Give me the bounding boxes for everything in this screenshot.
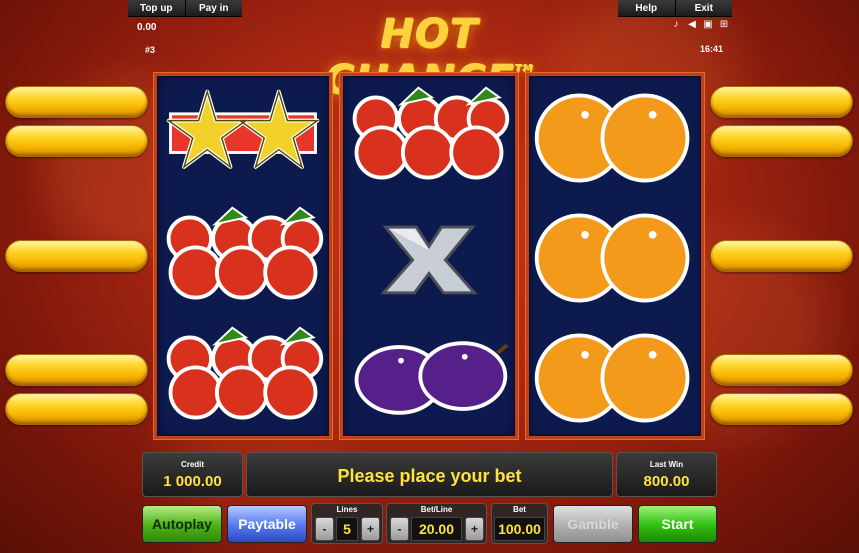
bet-line-increase-button[interactable]: + xyxy=(465,517,484,541)
message-panel: Please place your bet xyxy=(246,452,613,497)
bet-line-decrease-button[interactable]: - xyxy=(390,517,409,541)
lines-increase-button[interactable]: + xyxy=(361,517,380,541)
bet-line-value: 20.00 xyxy=(411,517,462,541)
line-indicator-right-4 xyxy=(710,354,853,386)
credit-panel: Credit 1 000.00 xyxy=(142,452,243,497)
round-number: #3 xyxy=(145,45,156,55)
bet-line-label: Bet/Line xyxy=(420,505,453,514)
music-icon[interactable]: ♪ xyxy=(671,19,681,30)
cherries-symbol xyxy=(157,198,329,318)
clock: 16:41 xyxy=(700,44,724,54)
reel-3 xyxy=(526,73,704,439)
bet-value: 100.00 xyxy=(494,517,545,541)
double-star-symbol xyxy=(157,78,329,198)
line-indicator-right-2 xyxy=(710,125,853,157)
line-indicator-right-5 xyxy=(710,393,853,425)
autoplay-button[interactable]: Autoplay xyxy=(142,505,222,543)
last-win-label: Last Win xyxy=(649,460,684,469)
lines-value: 5 xyxy=(336,517,358,541)
lines-label: Lines xyxy=(336,505,358,514)
line-indicator-left-1 xyxy=(5,86,148,118)
settings-icon[interactable]: ▣ xyxy=(703,19,713,30)
cherries-symbol xyxy=(157,318,329,438)
gamble-button[interactable]: Gamble xyxy=(553,505,633,543)
line-indicator-left-4 xyxy=(5,354,148,386)
line-indicator-right-3 xyxy=(710,240,853,272)
oranges-symbol xyxy=(529,78,701,198)
line-indicator-right-1 xyxy=(710,86,853,118)
oranges-symbol xyxy=(529,198,701,318)
topbar-left: Top up Pay in xyxy=(128,0,242,17)
credit-label: Credit xyxy=(180,460,205,469)
lines-decrease-button[interactable]: - xyxy=(315,517,334,541)
speaker-icon[interactable]: ◀ xyxy=(687,19,697,30)
top-credit-display: 0.00 xyxy=(137,22,157,33)
bet-label: Bet xyxy=(513,505,526,514)
topbar-right: Help Exit xyxy=(618,0,732,17)
payin-button[interactable]: Pay in xyxy=(186,0,243,16)
top-icons: ♪ ◀ ▣ ⊞ xyxy=(671,19,729,30)
line-indicator-left-3 xyxy=(5,240,148,272)
cherries-symbol xyxy=(343,78,515,198)
line-indicator-left-5 xyxy=(5,393,148,425)
fullscreen-icon[interactable]: ⊞ xyxy=(719,19,729,30)
plums-symbol xyxy=(343,318,515,438)
start-button[interactable]: Start xyxy=(638,505,717,543)
paytable-button[interactable]: Paytable xyxy=(227,505,307,543)
last-win-panel: Last Win 800.00 xyxy=(616,452,717,497)
topup-button[interactable]: Top up xyxy=(128,0,186,16)
x-symbol xyxy=(343,198,515,318)
oranges-symbol xyxy=(529,318,701,438)
line-indicator-left-2 xyxy=(5,125,148,157)
last-win-value: 800.00 xyxy=(643,473,690,490)
reel-1 xyxy=(154,73,332,439)
credit-value: 1 000.00 xyxy=(163,473,222,490)
reel-2 xyxy=(340,73,518,439)
help-button[interactable]: Help xyxy=(618,0,676,16)
exit-button[interactable]: Exit xyxy=(676,0,733,16)
status-message: Please place your bet xyxy=(337,466,522,486)
